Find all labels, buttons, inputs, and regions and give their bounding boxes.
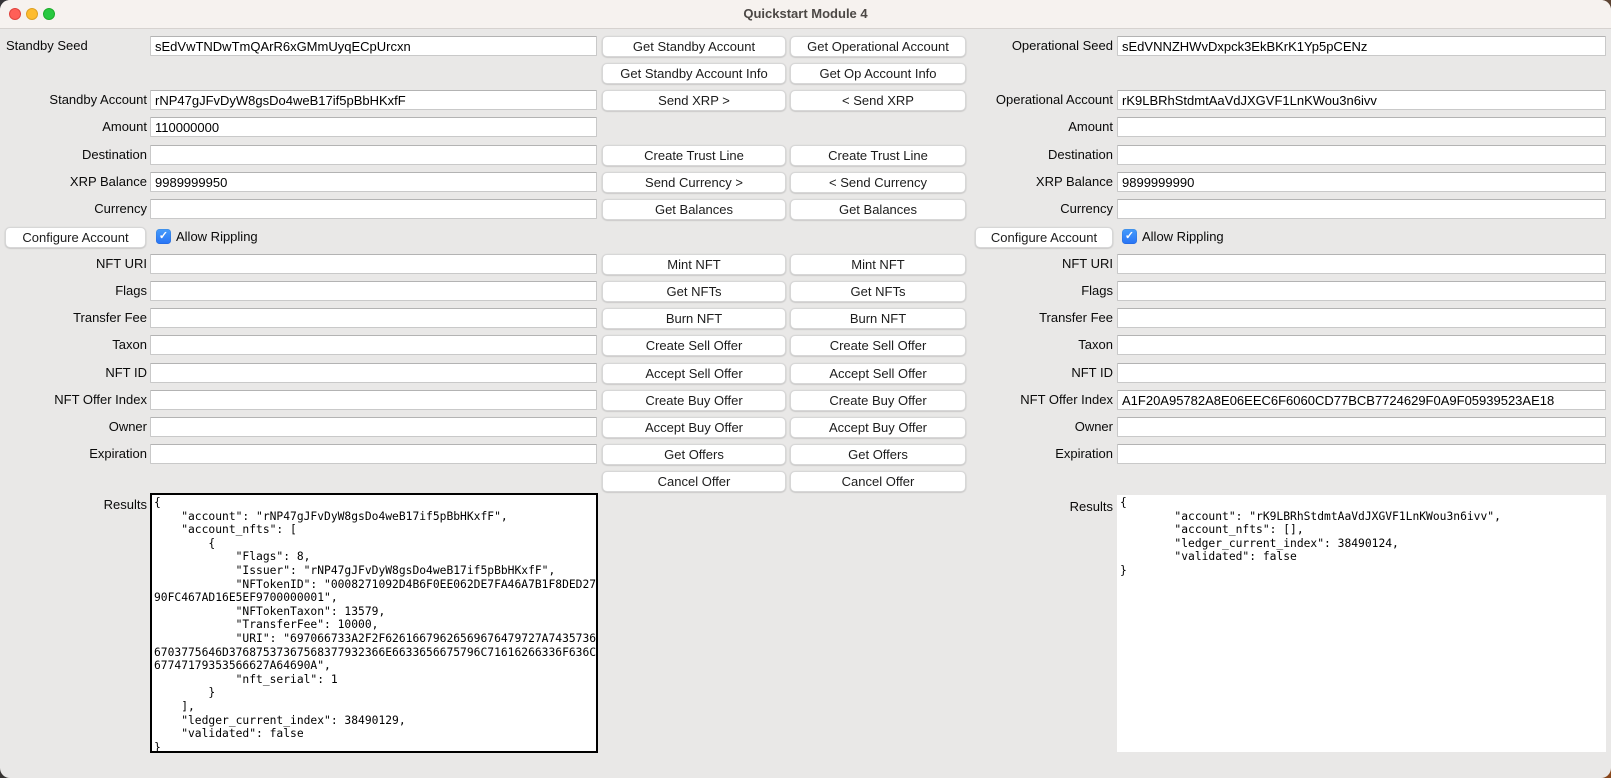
standby-flags-input[interactable] (150, 281, 597, 301)
operational-owner-input[interactable] (1117, 417, 1606, 437)
create-sell-offer-operational-button[interactable]: Create Sell Offer (790, 335, 966, 356)
operational-flags-input[interactable] (1117, 281, 1606, 301)
get-balances-operational-button[interactable]: Get Balances (790, 199, 966, 220)
allow-rippling-standby-label: Allow Rippling (176, 227, 258, 247)
operational-flags-label: Flags (950, 281, 1113, 301)
get-offers-operational-button[interactable]: Get Offers (790, 444, 966, 465)
standby-nft-id-input[interactable] (150, 363, 597, 383)
operational-taxon-input[interactable] (1117, 335, 1606, 355)
operational-owner-label: Owner (950, 417, 1113, 437)
cancel-offer-standby-button[interactable]: Cancel Offer (602, 471, 786, 492)
operational-nft-offer-index-input[interactable] (1117, 390, 1606, 410)
operational-transfer-fee-label: Transfer Fee (950, 308, 1113, 328)
standby-expiration-label: Expiration (0, 444, 147, 464)
operational-destination-input[interactable] (1117, 145, 1606, 165)
operational-currency-label: Currency (950, 199, 1113, 219)
operational-nft-id-input[interactable] (1117, 363, 1606, 383)
window-title: Quickstart Module 4 (0, 0, 1611, 28)
operational-currency-input[interactable] (1117, 199, 1606, 219)
operational-expiration-label: Expiration (950, 444, 1113, 464)
mint-nft-operational-button[interactable]: Mint NFT (790, 254, 966, 275)
get-nfts-standby-button[interactable]: Get NFTs (602, 281, 786, 302)
standby-seed-input[interactable] (150, 36, 597, 56)
create-trust-line-operational-button[interactable]: Create Trust Line (790, 145, 966, 166)
standby-owner-input[interactable] (150, 417, 597, 437)
accept-buy-offer-operational-button[interactable]: Accept Buy Offer (790, 417, 966, 438)
get-standby-account-button[interactable]: Get Standby Account (602, 36, 786, 57)
operational-amount-label: Amount (950, 117, 1113, 137)
allow-rippling-operational-label: Allow Rippling (1142, 227, 1224, 247)
standby-taxon-label: Taxon (0, 335, 147, 355)
configure-account-standby-button[interactable]: Configure Account (5, 227, 146, 248)
standby-nft-uri-input[interactable] (150, 254, 597, 274)
standby-account-input[interactable] (150, 90, 597, 110)
standby-results-label: Results (0, 495, 147, 515)
standby-transfer-fee-input[interactable] (150, 308, 597, 328)
operational-account-label: Operational Account (950, 90, 1113, 110)
operational-seed-input[interactable] (1117, 36, 1606, 56)
operational-nft-id-label: NFT ID (950, 363, 1113, 383)
cancel-offer-operational-button[interactable]: Cancel Offer (790, 471, 966, 492)
standby-amount-input[interactable] (150, 117, 597, 137)
create-buy-offer-standby-button[interactable]: Create Buy Offer (602, 390, 786, 411)
allow-rippling-operational-checkbox[interactable] (1122, 229, 1137, 244)
send-currency-operational-button[interactable]: < Send Currency (790, 172, 966, 193)
standby-nft-offer-index-label: NFT Offer Index (0, 390, 147, 410)
operational-nft-uri-input[interactable] (1117, 254, 1606, 274)
send-xrp-standby-button[interactable]: Send XRP > (602, 90, 786, 111)
standby-expiration-input[interactable] (150, 444, 597, 464)
get-offers-standby-button[interactable]: Get Offers (602, 444, 786, 465)
standby-currency-label: Currency (0, 199, 147, 219)
standby-seed-label: Standby Seed (0, 36, 153, 56)
get-nfts-operational-button[interactable]: Get NFTs (790, 281, 966, 302)
get-standby-account-info-button[interactable]: Get Standby Account Info (602, 63, 786, 84)
accept-sell-offer-standby-button[interactable]: Accept Sell Offer (602, 363, 786, 384)
get-op-account-info-button[interactable]: Get Op Account Info (790, 63, 966, 84)
standby-transfer-fee-label: Transfer Fee (0, 308, 147, 328)
operational-results-text[interactable]: { "account": "rK9LBRhStdmtAaVdJXGVF1LnKW… (1117, 495, 1606, 752)
standby-destination-label: Destination (0, 145, 147, 165)
operational-expiration-input[interactable] (1117, 444, 1606, 464)
operational-taxon-label: Taxon (950, 335, 1113, 355)
standby-destination-input[interactable] (150, 145, 597, 165)
standby-nft-uri-label: NFT URI (0, 254, 147, 274)
operational-transfer-fee-input[interactable] (1117, 308, 1606, 328)
operational-seed-label: Operational Seed (950, 36, 1113, 56)
burn-nft-operational-button[interactable]: Burn NFT (790, 308, 966, 329)
standby-xrp-balance-input[interactable] (150, 172, 597, 192)
create-sell-offer-standby-button[interactable]: Create Sell Offer (602, 335, 786, 356)
app-window: Quickstart Module 4 Standby Seed Standby… (0, 0, 1611, 778)
operational-results-label: Results (950, 497, 1113, 517)
standby-flags-label: Flags (0, 281, 147, 301)
standby-account-label: Standby Account (0, 90, 147, 110)
standby-xrp-balance-label: XRP Balance (0, 172, 147, 192)
accept-sell-offer-operational-button[interactable]: Accept Sell Offer (790, 363, 966, 384)
create-buy-offer-operational-button[interactable]: Create Buy Offer (790, 390, 966, 411)
operational-nft-offer-index-label: NFT Offer Index (950, 390, 1113, 410)
operational-nft-uri-label: NFT URI (950, 254, 1113, 274)
standby-taxon-input[interactable] (150, 335, 597, 355)
configure-account-operational-button[interactable]: Configure Account (975, 227, 1113, 248)
operational-amount-input[interactable] (1117, 117, 1606, 137)
get-operational-account-button[interactable]: Get Operational Account (790, 36, 966, 57)
send-currency-standby-button[interactable]: Send Currency > (602, 172, 786, 193)
standby-amount-label: Amount (0, 117, 147, 137)
operational-account-input[interactable] (1117, 90, 1606, 110)
titlebar: Quickstart Module 4 (0, 0, 1611, 29)
create-trust-line-standby-button[interactable]: Create Trust Line (602, 145, 786, 166)
standby-currency-input[interactable] (150, 199, 597, 219)
operational-destination-label: Destination (950, 145, 1113, 165)
standby-owner-label: Owner (0, 417, 147, 437)
standby-nft-offer-index-input[interactable] (150, 390, 597, 410)
mint-nft-standby-button[interactable]: Mint NFT (602, 254, 786, 275)
burn-nft-standby-button[interactable]: Burn NFT (602, 308, 786, 329)
send-xrp-operational-button[interactable]: < Send XRP (790, 90, 966, 111)
accept-buy-offer-standby-button[interactable]: Accept Buy Offer (602, 417, 786, 438)
allow-rippling-standby-checkbox[interactable] (156, 229, 171, 244)
standby-results-text[interactable]: { "account": "rNP47gJFvDyW8gsDo4weB17if5… (150, 493, 598, 753)
operational-xrp-balance-input[interactable] (1117, 172, 1606, 192)
operational-xrp-balance-label: XRP Balance (950, 172, 1113, 192)
get-balances-standby-button[interactable]: Get Balances (602, 199, 786, 220)
standby-nft-id-label: NFT ID (0, 363, 147, 383)
